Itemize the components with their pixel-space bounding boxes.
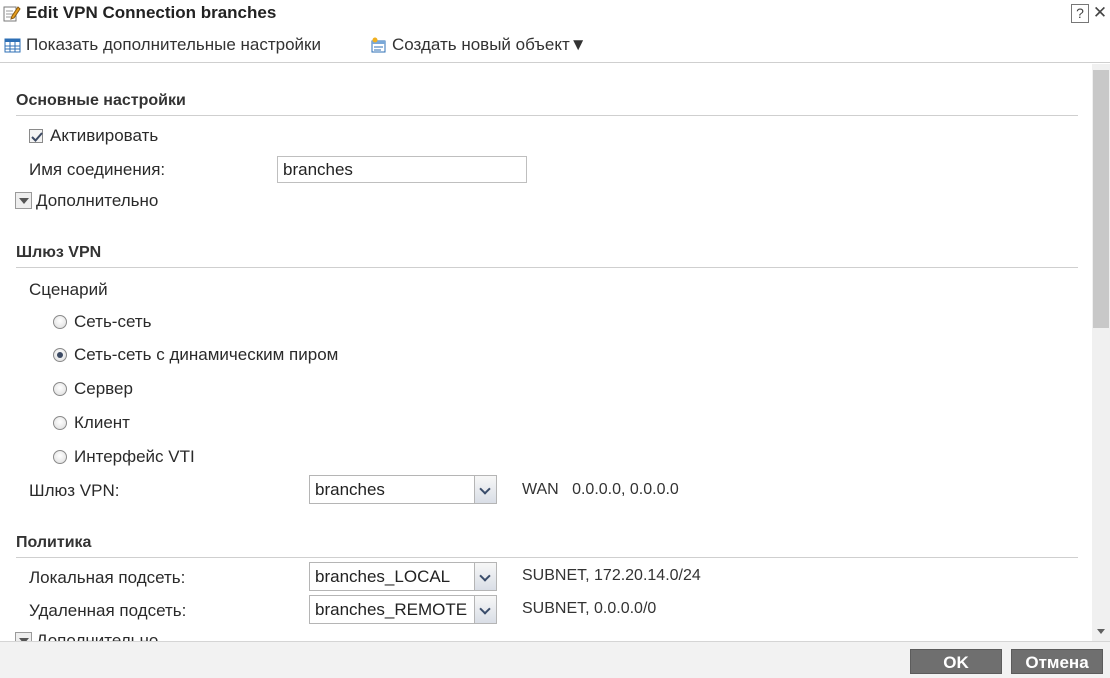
check-icon — [31, 132, 43, 142]
scenario-radio-client[interactable] — [53, 416, 67, 430]
section-policy-header: Политика — [16, 534, 1078, 558]
connection-name-label: Имя соединения: — [29, 160, 166, 179]
local-subnet-value: branches_LOCAL — [315, 567, 451, 586]
remote-subnet-select[interactable]: branches_REMOTE — [309, 595, 497, 624]
table-icon — [4, 38, 21, 52]
remote-subnet-info: SUBNET, 0.0.0.0/0 — [522, 600, 657, 617]
scenario-label-server: Сервер — [74, 379, 133, 398]
scenario-radio-site-to-site[interactable] — [53, 315, 67, 329]
general-advanced-toggle[interactable] — [15, 192, 32, 209]
local-subnet-info: SUBNET, 172.20.14.0/24 — [522, 567, 701, 584]
scenario-radio-dynamic-peer[interactable] — [53, 348, 67, 362]
scenario-label-dynamic-peer: Сеть-сеть с динамическим пиром — [74, 345, 339, 364]
create-object-label: Создать новый объект▼ — [392, 35, 587, 54]
vpn-gateway-label: Шлюз VPN: — [29, 481, 120, 500]
chevron-down-icon[interactable] — [474, 596, 496, 623]
dialog-content: Основные настройки Активировать Имя соед… — [0, 64, 1092, 641]
enable-checkbox[interactable] — [29, 129, 43, 143]
policy-advanced-label[interactable]: Дополнительно — [36, 631, 158, 641]
scroll-down-arrow-icon[interactable] — [1097, 629, 1105, 634]
scrollbar-thumb[interactable] — [1093, 70, 1109, 328]
chevron-down-icon[interactable] — [474, 476, 496, 503]
create-object-button[interactable]: Создать новый объект▼ — [370, 35, 587, 55]
toolbar: Показать дополнительные настройки Создат… — [0, 29, 1110, 63]
ok-button[interactable]: OK — [910, 649, 1002, 674]
chevron-down-icon[interactable] — [474, 563, 496, 590]
close-button[interactable]: ✕ — [1091, 4, 1109, 23]
show-advanced-button[interactable]: Показать дополнительные настройки — [4, 35, 321, 55]
section-general-header: Основные настройки — [16, 92, 1078, 116]
general-advanced-label[interactable]: Дополнительно — [36, 191, 158, 211]
vpn-gateway-value: branches — [315, 480, 385, 499]
vpn-gateway-info: WAN 0.0.0.0, 0.0.0.0 — [522, 481, 679, 498]
dialog-title: Edit VPN Connection branches — [26, 3, 277, 22]
section-gateway-header: Шлюз VPN — [16, 244, 1078, 268]
new-object-icon — [371, 37, 386, 52]
local-subnet-label: Локальная подсеть: — [29, 568, 186, 587]
local-subnet-select[interactable]: branches_LOCAL — [309, 562, 497, 591]
scenario-label: Сценарий — [29, 280, 108, 299]
dialog-titlebar: Edit VPN Connection branches ? ✕ — [0, 0, 1110, 29]
cancel-button[interactable]: Отмена — [1011, 649, 1103, 674]
scenario-radio-vti[interactable] — [53, 450, 67, 464]
vpn-gateway-select[interactable]: branches — [309, 475, 497, 504]
show-advanced-label: Показать дополнительные настройки — [26, 35, 321, 54]
remote-subnet-value: branches_REMOTE — [315, 600, 468, 619]
scenario-radio-server[interactable] — [53, 382, 67, 396]
enable-label: Активировать — [50, 126, 159, 145]
edit-icon — [3, 6, 21, 22]
remote-subnet-label: Удаленная подсеть: — [29, 601, 187, 620]
help-button[interactable]: ? — [1071, 4, 1089, 23]
vertical-scrollbar[interactable] — [1092, 64, 1110, 641]
policy-advanced-toggle[interactable] — [15, 632, 32, 641]
dialog-footer: OK Отмена — [0, 641, 1110, 678]
connection-name-input[interactable] — [277, 156, 527, 183]
scenario-label-vti: Интерфейс VTI — [74, 447, 195, 466]
scenario-label-client: Клиент — [74, 413, 130, 432]
scenario-label-site-to-site: Сеть-сеть — [74, 312, 152, 331]
